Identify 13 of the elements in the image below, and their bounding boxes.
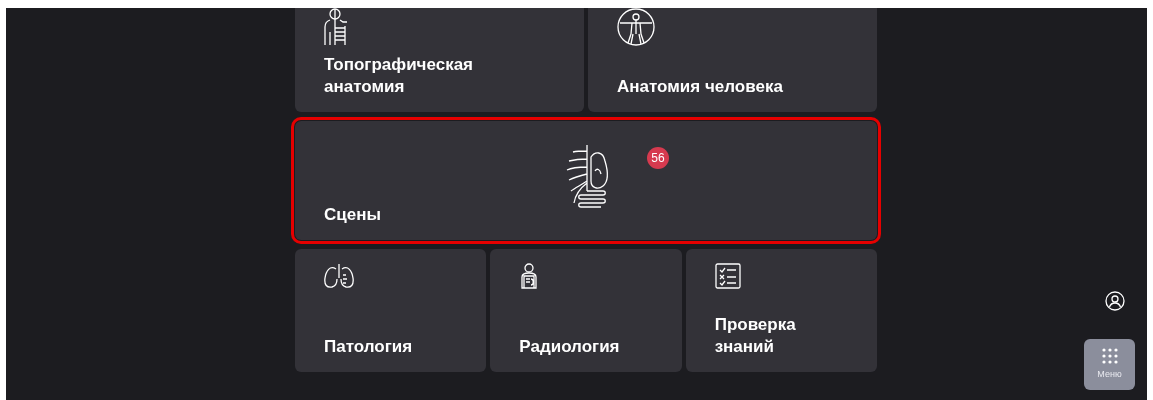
- count-badge: 56: [647, 147, 669, 169]
- lungs-icon: [324, 263, 354, 289]
- torso-icon: [324, 8, 350, 46]
- human-figure-icon: [617, 8, 655, 46]
- profile-icon[interactable]: [1105, 291, 1125, 311]
- checklist-icon: [714, 263, 741, 289]
- category-tile[interactable]: Радиология: [490, 249, 682, 372]
- grid-icon: [1101, 347, 1118, 364]
- category-tile[interactable]: Патология: [295, 249, 487, 372]
- category-tile[interactable]: Анатомия человека: [588, 8, 877, 112]
- category-tile[interactable]: Проверка знаний: [685, 249, 877, 372]
- radiologist-icon: [519, 263, 540, 289]
- category-tile[interactable]: Топографическая анатомия: [295, 8, 584, 112]
